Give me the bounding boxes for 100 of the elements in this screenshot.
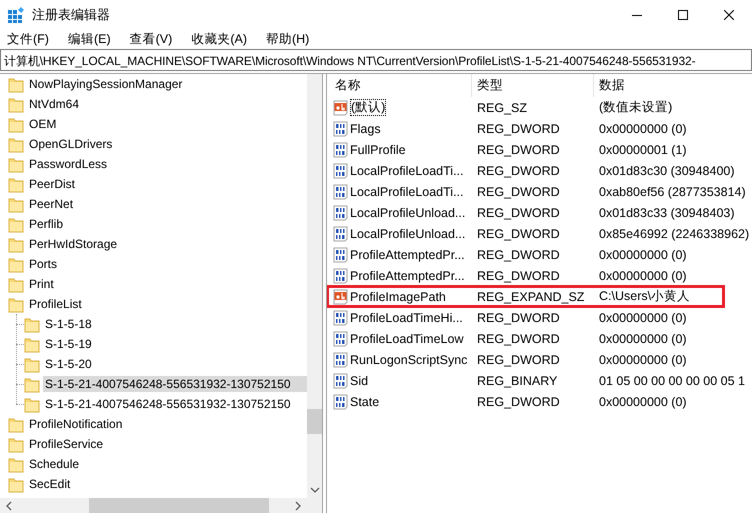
scrollbar-thumb[interactable]: [307, 409, 322, 434]
close-icon: [724, 10, 734, 20]
string-value-icon: [333, 100, 349, 116]
column-header[interactable]: 名称: [330, 74, 472, 97]
folder-icon: [8, 76, 24, 92]
value-type: REG_DWORD: [476, 246, 561, 264]
value-type: REG_DWORD: [476, 184, 561, 200]
binary-value-icon: [333, 352, 349, 368]
value-type: REG_BINARY: [476, 372, 558, 390]
menu-item[interactable]: 文件(F): [1, 31, 55, 48]
tree-item[interactable]: S-1-5-21-4007546248-556531932-130752150: [43, 376, 307, 392]
folder-icon: [8, 456, 24, 472]
vertical-scrollbar[interactable]: [307, 74, 322, 498]
tree-item[interactable]: ProfileNotification: [27, 416, 124, 432]
tree-item[interactable]: S-1-5-18: [43, 316, 94, 332]
tree-item[interactable]: PerHwIdStorage: [27, 236, 120, 252]
binary-value-icon: [333, 310, 349, 326]
value-type: REG_DWORD: [476, 204, 561, 222]
value-type: REG_SZ: [476, 100, 528, 116]
value-name[interactable]: (默认): [350, 99, 386, 116]
value-data: 0x00000000 (0): [598, 330, 688, 348]
value-name[interactable]: LocalProfileLoadTi...: [350, 164, 464, 178]
folder-icon: [24, 336, 40, 352]
tree-item[interactable]: NowPlayingSessionManager: [27, 76, 184, 92]
scroll-left-icon: [5, 500, 13, 510]
column-header[interactable]: 类型: [472, 74, 594, 97]
folder-icon: [8, 196, 24, 212]
folder-icon: [8, 276, 24, 292]
window-title: 注册表编辑器: [32, 6, 111, 24]
value-name[interactable]: Sid: [350, 374, 368, 388]
tree-item[interactable]: S-1-5-20: [43, 356, 94, 372]
value-type: REG_DWORD: [476, 226, 561, 242]
scroll-down-icon: [310, 486, 320, 494]
menu-item[interactable]: 帮助(H): [260, 31, 316, 48]
value-name[interactable]: ProfileLoadTimeLow: [350, 332, 464, 346]
tree-item[interactable]: NtVdm64: [27, 96, 82, 112]
tree-item[interactable]: Schedule: [27, 456, 82, 472]
tree-item[interactable]: S-1-5-19: [43, 336, 94, 352]
value-name[interactable]: LocalProfileUnload...: [350, 206, 466, 220]
tree-item[interactable]: ProfileList: [27, 296, 84, 312]
value-data: 0x00000000 (0): [598, 246, 688, 264]
address-field[interactable]: 计算机\HKEY_LOCAL_MACHINE\SOFTWARE\Microsoft\Windows NT\CurrentVersion\ProfileList\S-1-5-21-4007546248-556531932-: [0, 49, 752, 71]
value-name[interactable]: ProfileAttemptedPr...: [350, 268, 465, 282]
folder-icon: [8, 176, 24, 192]
tree-item[interactable]: OpenGLDrivers: [27, 136, 114, 152]
binary-value-icon: [333, 120, 349, 136]
value-type: REG_DWORD: [476, 120, 561, 138]
binary-value-icon: [333, 204, 349, 220]
value-data: 0x00000000 (0): [598, 394, 688, 411]
binary-value-icon: [333, 330, 349, 346]
value-type: REG_DWORD: [476, 310, 561, 326]
tree-item[interactable]: OEM: [27, 116, 58, 132]
value-name[interactable]: LocalProfileUnload...: [350, 226, 466, 240]
tree-item[interactable]: ProfileService: [27, 436, 106, 452]
tree-item[interactable]: SecEdit: [27, 476, 72, 492]
folder-icon: [24, 356, 40, 372]
folder-icon: [24, 396, 40, 412]
value-data: (数值未设置): [598, 99, 674, 116]
value-name[interactable]: ProfileImagePath: [350, 290, 446, 304]
value-data: 0x00000000 (0): [598, 310, 688, 327]
value-data: C:\Users\小黄人: [598, 288, 692, 305]
value-data: 0x85e46992 (2246338962): [598, 226, 750, 243]
folder-icon: [8, 116, 24, 132]
string-value-icon: [333, 288, 349, 304]
tree-item[interactable]: Ports: [27, 256, 60, 272]
scrollbar-thumb[interactable]: [89, 498, 269, 513]
value-data: 01 05 00 00 00 00 00 05 1: [598, 372, 746, 390]
folder-icon: [8, 96, 24, 112]
scroll-right-icon: [294, 500, 302, 510]
folder-icon: [8, 436, 24, 452]
tree-item[interactable]: Print: [27, 276, 56, 292]
value-data: 0x00000001 (1): [598, 142, 688, 159]
folder-icon: [8, 136, 24, 152]
menu-item[interactable]: 收藏夹(A): [185, 31, 253, 48]
value-data: 0x00000000 (0): [598, 352, 688, 369]
value-name[interactable]: ProfileAttemptedPr...: [350, 248, 465, 262]
binary-value-icon: [333, 394, 349, 410]
value-data: 0xab80ef56 (2877353814): [598, 184, 747, 201]
horizontal-scrollbar[interactable]: [0, 498, 322, 513]
tree-item[interactable]: PeerDist: [27, 176, 78, 192]
value-type: REG_DWORD: [476, 268, 561, 284]
tree-item[interactable]: Perflib: [27, 216, 66, 232]
folder-icon: [8, 236, 24, 252]
value-name[interactable]: State: [350, 394, 380, 408]
value-name[interactable]: ProfileLoadTimeHi...: [350, 310, 463, 324]
tree-item[interactable]: PeerNet: [27, 196, 76, 212]
folder-icon: [8, 416, 24, 432]
binary-value-icon: [333, 226, 349, 242]
menu-item[interactable]: 编辑(E): [62, 31, 117, 48]
binary-value-icon: [333, 184, 349, 200]
column-header[interactable]: 数据: [594, 74, 752, 97]
value-name[interactable]: Flags: [350, 122, 381, 136]
value-name[interactable]: LocalProfileLoadTi...: [350, 184, 464, 198]
menu-item[interactable]: 查看(V): [124, 31, 178, 48]
binary-value-icon: [333, 246, 349, 262]
value-name[interactable]: FullProfile: [350, 142, 406, 156]
tree-item[interactable]: PasswordLess: [27, 156, 110, 172]
value-name[interactable]: RunLogonScriptSync: [350, 352, 468, 366]
tree-item[interactable]: S-1-5-21-4007546248-556531932-130752150: [43, 396, 293, 412]
value-type: REG_DWORD: [476, 352, 561, 368]
